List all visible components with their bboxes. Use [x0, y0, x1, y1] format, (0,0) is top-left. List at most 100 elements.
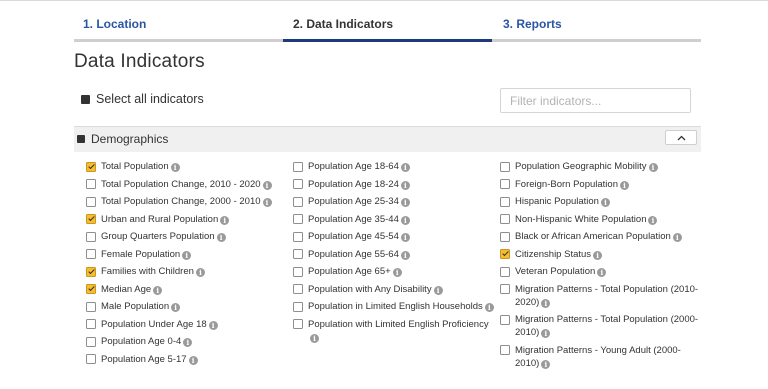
indicator-label[interactable]: Population in Limited English Households	[308, 301, 483, 312]
info-icon[interactable]: i	[188, 355, 198, 365]
info-icon[interactable]: i	[171, 303, 181, 312]
indicator-label[interactable]: Population Age 35-44	[308, 214, 399, 225]
indicator-label[interactable]: Population with Limited English Proficie…	[308, 319, 489, 330]
indicator-item[interactable]: Total Population Change, 2000 - 2010 i	[86, 195, 286, 208]
info-icon[interactable]: i	[541, 298, 551, 308]
demographics-section-header[interactable]: Demographics	[74, 126, 701, 152]
info-icon[interactable]: i	[541, 329, 551, 338]
indicator-checkbox[interactable]	[293, 249, 303, 259]
info-icon[interactable]: i	[400, 198, 410, 207]
info-icon[interactable]: i	[208, 320, 218, 330]
indicator-label[interactable]: Male Population	[101, 301, 169, 312]
indicator-item[interactable]: Urban and Rural Population i	[86, 213, 286, 226]
info-icon[interactable]: i	[182, 250, 192, 260]
indicator-checkbox[interactable]	[86, 231, 96, 242]
indicator-checkbox[interactable]	[293, 196, 303, 207]
indicator-label[interactable]: Population Age 18-64	[308, 161, 399, 172]
indicator-item[interactable]: Population Age 5-17 i	[86, 353, 286, 366]
indicator-label[interactable]: Black or African American Population	[515, 231, 671, 242]
indicator-checkbox[interactable]	[500, 284, 510, 294]
indicator-label[interactable]: Population with Any Disability	[308, 284, 432, 295]
indicator-label[interactable]: Population Age 5-17	[101, 354, 187, 365]
select-all-indicators[interactable]: Select all indicators	[81, 91, 204, 107]
indicator-item[interactable]: Citizenship Status i	[500, 248, 700, 261]
indicator-checkbox[interactable]	[293, 214, 303, 224]
info-icon[interactable]: i	[220, 215, 230, 225]
indicator-item[interactable]: Hispanic Population i	[500, 195, 700, 208]
indicator-item[interactable]: Median Age i	[86, 283, 286, 296]
indicator-item[interactable]: Population Age 35-44 i	[293, 213, 497, 226]
demographics-section-checkbox[interactable]	[77, 135, 85, 143]
indicator-checkbox[interactable]	[86, 284, 96, 294]
indicator-checkbox[interactable]	[500, 314, 510, 325]
indicator-checkbox[interactable]	[293, 231, 303, 242]
indicator-label[interactable]: Non-Hispanic White Population	[515, 214, 646, 225]
indicator-checkbox[interactable]	[500, 249, 510, 259]
indicator-item[interactable]: Population Under Age 18 i	[86, 318, 286, 331]
indicator-item[interactable]: Population Age 45-54 i	[293, 230, 497, 243]
indicator-checkbox[interactable]	[86, 336, 96, 347]
indicator-item[interactable]: Population with Limited English Proficie…	[293, 318, 497, 344]
info-icon[interactable]: i	[262, 198, 272, 207]
indicator-item[interactable]: Population Age 65+ i	[293, 265, 497, 278]
indicator-item[interactable]: Population Age 18-24 i	[293, 178, 497, 191]
indicator-checkbox[interactable]	[293, 266, 303, 277]
indicator-label[interactable]: Citizenship Status	[515, 249, 591, 260]
indicator-item[interactable]: Non-Hispanic White Population i	[500, 213, 700, 226]
indicator-checkbox[interactable]	[293, 301, 303, 312]
info-icon[interactable]: i	[400, 163, 410, 172]
indicator-label[interactable]: Median Age	[101, 284, 151, 295]
indicator-checkbox[interactable]	[86, 214, 96, 224]
info-icon[interactable]: i	[153, 285, 163, 295]
indicator-checkbox[interactable]	[86, 354, 96, 364]
step-reports-label[interactable]: 3. Reports	[503, 17, 562, 31]
indicator-label[interactable]: Population Age 18-24	[308, 179, 399, 190]
indicator-label[interactable]: Population Age 65+	[308, 266, 391, 277]
info-icon[interactable]: i	[541, 359, 551, 369]
info-icon[interactable]: i	[392, 268, 402, 277]
select-all-label[interactable]: Select all indicators	[96, 92, 204, 106]
indicator-item[interactable]: Population Age 0-4 i	[86, 335, 286, 348]
info-icon[interactable]: i	[400, 250, 410, 260]
info-icon[interactable]: i	[400, 180, 410, 190]
step-reports[interactable]: 3. Reports	[492, 0, 701, 42]
indicator-checkbox[interactable]	[500, 161, 510, 172]
indicator-label[interactable]: Total Population	[101, 161, 169, 172]
indicator-item[interactable]: Migration Patterns - Young Adult (2000-2…	[500, 344, 700, 370]
indicator-item[interactable]: Population in Limited English Households…	[293, 300, 497, 313]
indicator-label[interactable]: Population Age 25-34	[308, 196, 399, 207]
info-icon[interactable]: i	[310, 333, 319, 343]
info-icon[interactable]: i	[195, 268, 205, 277]
indicator-label[interactable]: Female Population	[101, 249, 180, 260]
indicator-checkbox[interactable]	[86, 196, 96, 207]
indicator-label[interactable]: Veteran Population	[515, 266, 595, 277]
indicator-label[interactable]: Total Population Change, 2000 - 2010	[101, 196, 261, 207]
indicator-checkbox[interactable]	[293, 284, 303, 294]
info-icon[interactable]: i	[484, 303, 494, 312]
indicator-item[interactable]: Female Population i	[86, 248, 286, 261]
info-icon[interactable]: i	[593, 250, 603, 260]
indicator-checkbox[interactable]	[500, 345, 510, 355]
indicator-label[interactable]: Hispanic Population	[515, 196, 599, 207]
indicator-item[interactable]: Total Population Change, 2010 - 2020 i	[86, 178, 286, 191]
indicator-label[interactable]: Population Age 0-4	[101, 336, 181, 347]
indicator-checkbox[interactable]	[500, 231, 510, 242]
filter-indicators-input[interactable]	[500, 88, 691, 113]
info-icon[interactable]: i	[648, 163, 658, 172]
info-icon[interactable]: i	[400, 233, 410, 242]
info-icon[interactable]: i	[648, 215, 658, 225]
indicator-item[interactable]: Population Age 55-64 i	[293, 248, 497, 261]
indicator-item[interactable]: Male Population i	[86, 300, 286, 313]
indicator-item[interactable]: Migration Patterns - Total Population (2…	[500, 313, 700, 339]
step-data-indicators-label[interactable]: 2. Data Indicators	[293, 17, 393, 31]
indicator-item[interactable]: Population Age 18-64 i	[293, 160, 497, 173]
indicator-item[interactable]: Families with Children i	[86, 265, 286, 278]
indicator-checkbox[interactable]	[86, 266, 96, 277]
indicator-item[interactable]: Migration Patterns - Total Population (2…	[500, 283, 700, 309]
indicator-checkbox[interactable]	[86, 249, 96, 259]
indicator-label[interactable]: Population Geographic Mobility	[515, 161, 647, 172]
indicator-checkbox[interactable]	[293, 161, 303, 172]
indicator-item[interactable]: Veteran Population i	[500, 265, 700, 278]
indicator-item[interactable]: Foreign-Born Population i	[500, 178, 700, 191]
indicator-item[interactable]: Total Population i	[86, 160, 286, 173]
